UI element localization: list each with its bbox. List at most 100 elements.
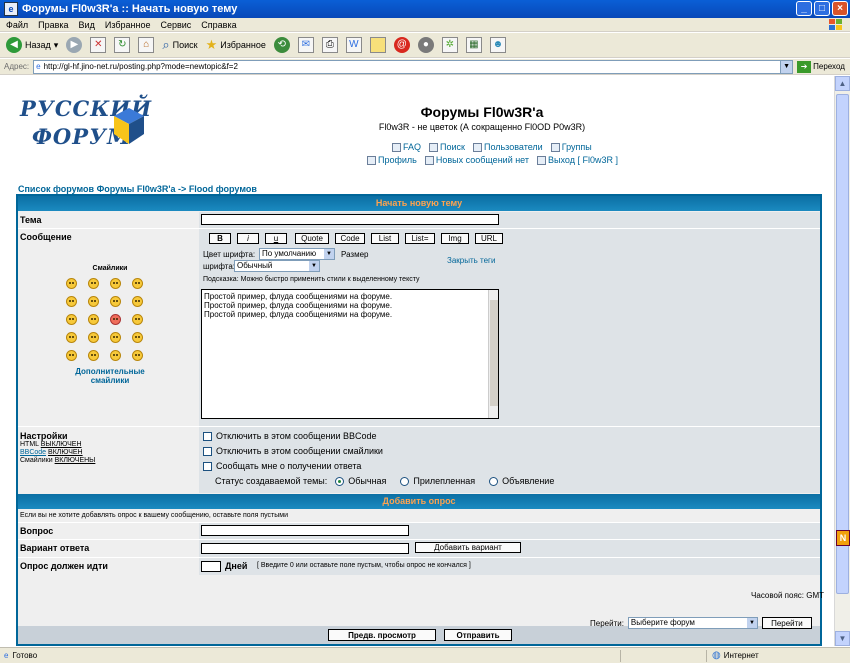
refresh-icon[interactable]: ↻ (114, 37, 131, 53)
font-color-select[interactable]: По умолчанию ▼ (259, 248, 335, 260)
options-left-cell: Настройки HTML ВЫКЛЮЧЕН BBCode ВКЛЮЧЕН С… (18, 427, 198, 493)
close-button[interactable]: × (832, 1, 848, 16)
smiley-icon[interactable] (88, 332, 99, 343)
poll-length-input[interactable] (201, 561, 221, 572)
disable-bbcode-checkbox[interactable] (203, 431, 212, 441)
smiley-icon[interactable] (88, 314, 99, 325)
subject-input[interactable] (201, 214, 499, 225)
disable-bbcode-option[interactable]: Отключить в этом сообщении BBCode (203, 431, 377, 441)
breadcrumb-index-link[interactable]: Список форумов Форумы Fl0w3R'a (18, 184, 176, 194)
smiley-icon[interactable] (110, 296, 121, 307)
scroll-up-icon[interactable]: ▲ (835, 76, 850, 91)
nav-new-posts[interactable]: Новых сообщений нет (424, 155, 529, 165)
menu-tools[interactable]: Сервис (160, 20, 191, 30)
smiley-icon[interactable] (132, 278, 143, 289)
bbcode-bold-button[interactable]: B (209, 233, 231, 244)
smiley-icon[interactable] (132, 314, 143, 325)
menu-edit[interactable]: Правка (38, 20, 68, 30)
add-poll-option-button[interactable]: Добавить вариант (415, 542, 521, 553)
more-smilies-link[interactable]: Дополнительные смайлики (66, 367, 154, 385)
smiley-icon[interactable] (132, 296, 143, 307)
maximize-button[interactable]: □ (814, 1, 830, 16)
smiley-icon[interactable] (88, 278, 99, 289)
bbcode-italic-button[interactable]: i (237, 233, 259, 244)
close-tags-link[interactable]: Закрыть теги (447, 256, 495, 265)
plugin-icon[interactable]: ✲ (441, 37, 458, 53)
back-button[interactable]: ◀ Назад ▾ (6, 37, 58, 53)
minimize-button[interactable]: _ (796, 1, 812, 16)
poll-question-input[interactable] (201, 525, 409, 536)
nav-members[interactable]: Пользователи (472, 142, 543, 152)
address-input[interactable]: e http://gl-hf.jino-net.ru/posting.php?m… (33, 59, 794, 74)
notify-checkbox[interactable] (203, 461, 212, 471)
smiley-icon[interactable] (110, 278, 121, 289)
menu-favorites[interactable]: Избранное (105, 20, 151, 30)
nav-logout[interactable]: Выход [ Fl0w3R ] (537, 155, 618, 165)
menu-view[interactable]: Вид (79, 20, 95, 30)
bbcode-img-button[interactable]: Img (441, 233, 469, 244)
bbcode-url-button[interactable]: URL (475, 233, 503, 244)
notes-icon[interactable] (369, 37, 386, 53)
smiley-icon[interactable] (66, 296, 77, 307)
menu-file[interactable]: Файл (6, 20, 28, 30)
print-icon[interactable]: ⎙ (321, 37, 338, 53)
smiley-icon[interactable] (110, 314, 121, 325)
bbcode-list-button[interactable]: List (371, 233, 399, 244)
home-icon[interactable]: ⌂ (138, 37, 155, 53)
disable-smilies-option[interactable]: Отключить в этом сообщении смайлики (203, 446, 383, 456)
smiley-icon[interactable] (66, 278, 77, 289)
preview-button[interactable]: Предв. просмотр (328, 629, 436, 641)
smiley-icon[interactable] (110, 350, 121, 361)
breadcrumb-forum-link[interactable]: Flood форумов (189, 184, 257, 194)
smiley-icon[interactable] (88, 296, 99, 307)
jump-forum-select[interactable]: Выберите форум ▼ (627, 617, 758, 629)
smiley-icon[interactable] (66, 332, 77, 343)
smiley-icon[interactable] (110, 332, 121, 343)
forward-button[interactable]: ▶ (66, 37, 83, 53)
message-textarea[interactable]: Простой пример, флуда сообщениями на фор… (201, 289, 499, 419)
search-button[interactable]: ⌕ Поиск (162, 37, 197, 53)
stop-icon[interactable]: ✕ (90, 37, 107, 53)
history-icon[interactable]: ⟲ (273, 37, 290, 53)
bbcode-quote-button[interactable]: Quote (295, 233, 329, 244)
favorites-button[interactable]: ★ Избранное (206, 37, 266, 53)
bbcode-ordered-list-button[interactable]: List= (405, 233, 435, 244)
status-sticky-radio[interactable] (400, 476, 410, 486)
grid-icon[interactable]: ▦ (465, 37, 482, 53)
smiley-icon[interactable] (132, 350, 143, 361)
menu-help[interactable]: Справка (201, 20, 236, 30)
scroll-down-icon[interactable]: ▼ (835, 631, 850, 646)
nav-search[interactable]: Поиск (429, 142, 465, 152)
bbcode-code-button[interactable]: Code (335, 233, 365, 244)
submit-button[interactable]: Отправить (444, 629, 512, 641)
smiley-icon[interactable] (132, 332, 143, 343)
address-dropdown-icon[interactable]: ▼ (780, 60, 793, 73)
shield-icon[interactable]: ● (417, 37, 434, 53)
bbcode-underline-button[interactable]: u (265, 233, 287, 244)
mail-at-icon[interactable]: @ (393, 37, 410, 53)
notify-option[interactable]: Сообщать мне о получении ответа (203, 461, 361, 471)
page-scrollbar[interactable]: ▲ ▼ (834, 76, 850, 646)
nav-groups[interactable]: Группы (550, 142, 592, 152)
smiley-icon[interactable] (66, 350, 77, 361)
textarea-scrollbar[interactable] (488, 290, 498, 418)
messenger-icon[interactable]: ☻ (489, 37, 506, 53)
page-icon: e (36, 62, 41, 71)
go-button[interactable]: ➔ Переход (797, 60, 845, 73)
nav-faq[interactable]: FAQ (392, 142, 421, 152)
poll-option-input[interactable] (201, 543, 409, 554)
font-size-select[interactable]: Обычный ▼ (234, 260, 320, 272)
bbcode-help-link[interactable]: BBCode (20, 449, 46, 456)
smiley-icon[interactable] (88, 350, 99, 361)
side-badge-icon[interactable]: N (836, 530, 850, 546)
forum-logo[interactable]: РУССКИЙ ФОРУМ (14, 88, 159, 158)
nav-profile[interactable]: Профиль (367, 155, 417, 165)
scroll-thumb[interactable] (836, 94, 849, 594)
disable-smilies-checkbox[interactable] (203, 446, 212, 456)
word-edit-icon[interactable]: W (345, 37, 362, 53)
smiley-icon[interactable] (66, 314, 77, 325)
status-announce-radio[interactable] (489, 476, 499, 486)
status-normal-radio[interactable] (335, 476, 345, 486)
mail-icon[interactable]: ✉ (297, 37, 314, 53)
jump-go-button[interactable]: Перейти (761, 617, 812, 629)
